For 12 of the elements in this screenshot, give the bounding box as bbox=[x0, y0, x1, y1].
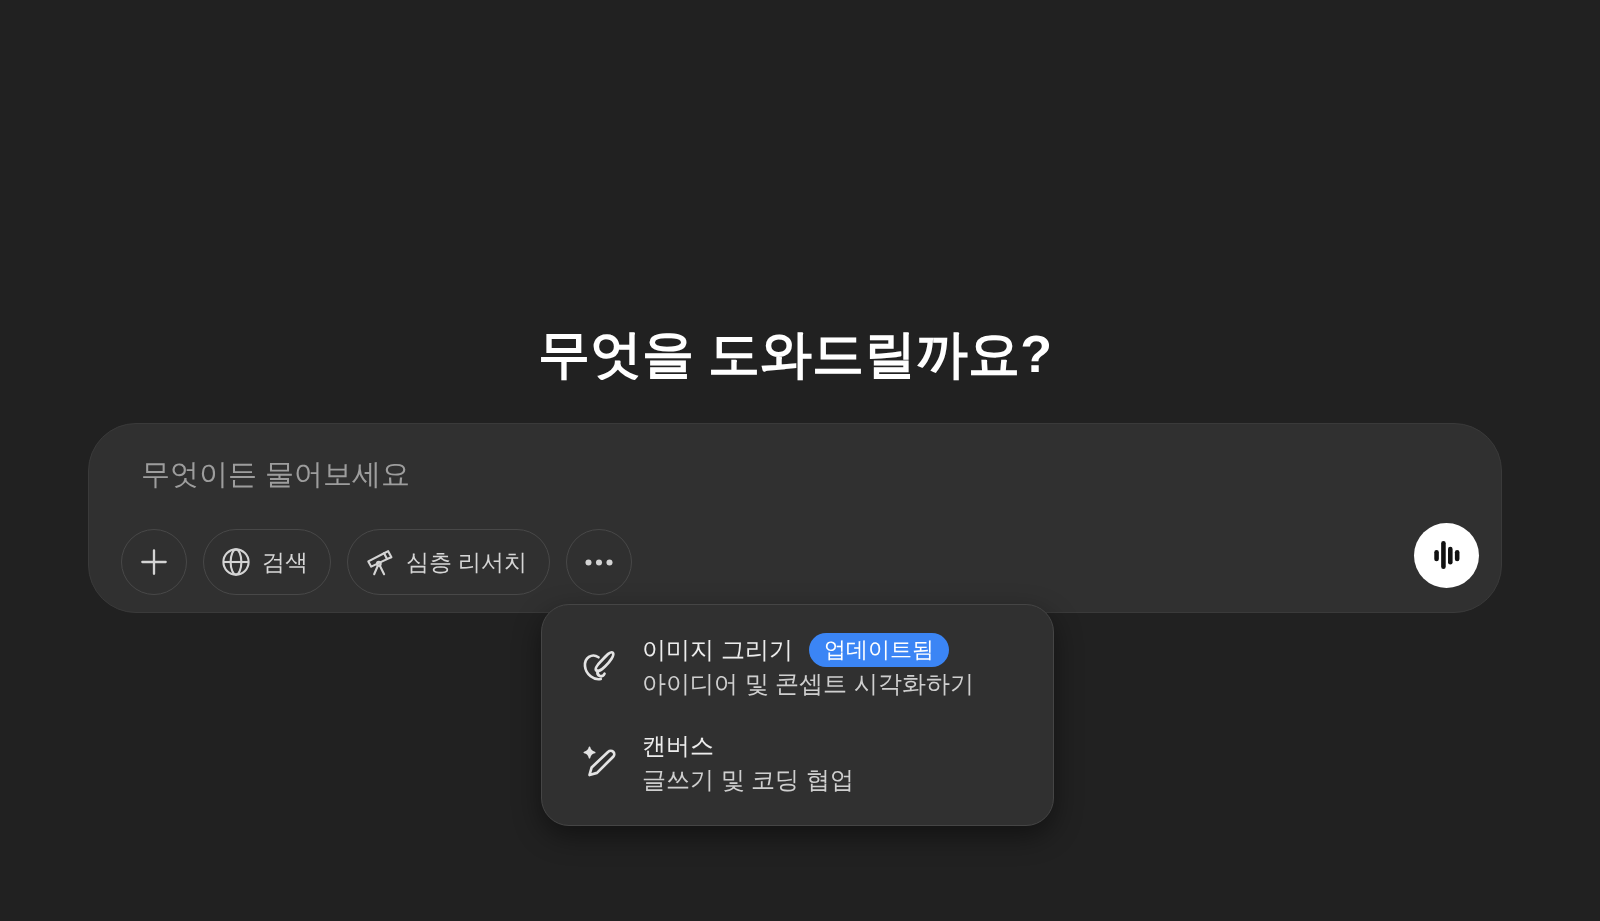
menu-item-label[interactable]: 캔버스 bbox=[642, 729, 714, 763]
plus-icon bbox=[140, 548, 168, 576]
menu-item-description: 글쓰기 및 코딩 협업 bbox=[642, 765, 854, 795]
ellipsis-icon bbox=[585, 558, 614, 566]
menu-item-description: 아이디어 및 콘셉트 시각화하기 bbox=[642, 669, 974, 699]
heading: 무엇을 도와드릴까요? bbox=[537, 324, 1053, 385]
menu-item-label[interactable]: 이미지 그리기 bbox=[642, 633, 793, 667]
prompt-input[interactable]: 무엇이든 물어보세요 bbox=[141, 454, 1341, 494]
update-badge: 업데이트됨 bbox=[808, 633, 949, 667]
waveform-icon bbox=[1433, 541, 1460, 569]
telescope-icon bbox=[366, 548, 394, 576]
globe-icon bbox=[222, 548, 250, 576]
